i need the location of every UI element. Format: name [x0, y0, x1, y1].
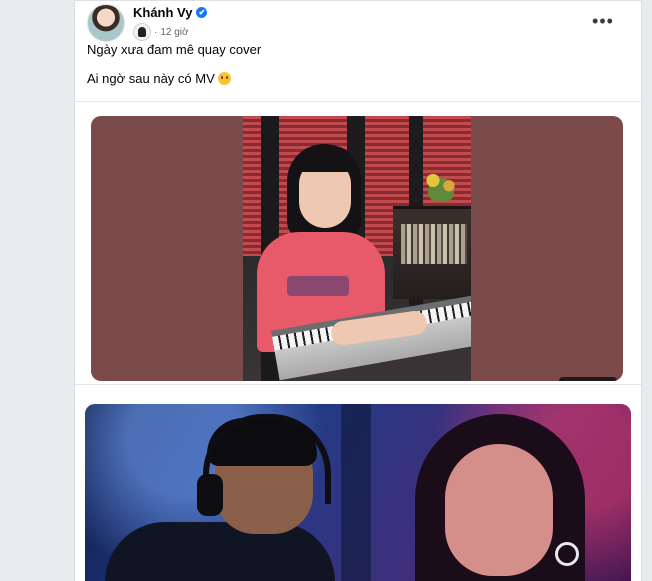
video-frame — [243, 116, 471, 381]
girl-bangs — [295, 146, 355, 172]
woman-face — [445, 444, 553, 576]
books — [401, 224, 467, 264]
author-avatar[interactable] — [87, 4, 125, 42]
cover-video[interactable] — [91, 116, 623, 381]
post-card: Khánh Vy ✔ · 12 giờ ••• Ngày xưa đam mê … — [74, 0, 642, 581]
more-options-icon[interactable]: ••• — [589, 12, 617, 32]
post-text-line-with-emoji: Ai ngờ sau này có MV — [87, 70, 607, 88]
man-body — [105, 522, 335, 581]
post-meta: · 12 giờ — [133, 23, 189, 41]
shirt-print — [287, 276, 349, 296]
divider — [75, 0, 641, 1]
video-control-bar[interactable] — [559, 377, 617, 381]
background-pillar — [341, 404, 371, 581]
author-row: Khánh Vy ✔ — [133, 5, 208, 20]
verified-badge-icon: ✔ — [196, 7, 208, 18]
earring — [555, 542, 579, 566]
author-name[interactable]: Khánh Vy — [133, 5, 192, 20]
post-text-line: Ai ngờ sau này có MV — [87, 71, 215, 86]
post-header: Khánh Vy ✔ · 12 giờ ••• — [87, 4, 627, 42]
post-text: Ngày xưa đam mê quay cover Ai ngờ sau nà… — [87, 41, 607, 99]
post-text-line: Ngày xưa đam mê quay cover — [87, 42, 262, 57]
headphone-cup — [197, 474, 223, 516]
content-divider — [75, 101, 641, 102]
group-avatar-icon[interactable] — [133, 23, 151, 41]
meta-separator: · — [154, 26, 158, 38]
media-divider — [75, 384, 641, 387]
pleading-face-emoji-icon — [217, 72, 231, 85]
flowers — [421, 166, 461, 202]
post-timestamp[interactable]: 12 giờ — [160, 27, 188, 38]
mv-photo[interactable] — [85, 404, 631, 581]
